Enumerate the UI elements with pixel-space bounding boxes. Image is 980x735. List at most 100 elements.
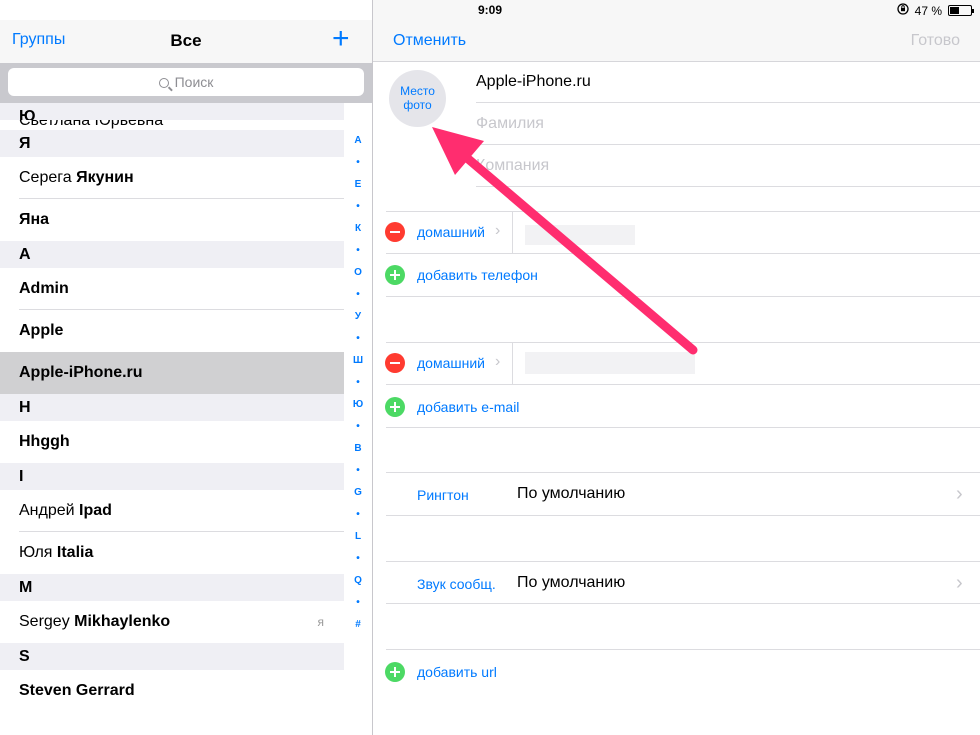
add-url-button[interactable]: добавить url (417, 664, 497, 680)
company-field[interactable]: Компания (476, 145, 980, 187)
index-letter[interactable]: G (354, 482, 362, 504)
row-separator (386, 603, 980, 604)
index-letter[interactable]: А (354, 130, 361, 152)
contact-row[interactable]: Sergey Mikhaylenko я (0, 601, 344, 643)
remove-phone-button[interactable] (385, 222, 405, 242)
chevron-right-icon: › (956, 483, 963, 505)
contact-last-name: Italia (56, 544, 94, 561)
add-photo-button[interactable]: Место фото (389, 70, 446, 127)
add-email-icon[interactable] (385, 397, 405, 417)
ringtone-value: По умолчанию (517, 485, 626, 502)
contact-last-name: Apple-iPhone.ru (19, 364, 143, 381)
contact-row[interactable]: Серега Якунин (0, 157, 344, 199)
index-letter[interactable]: • (356, 240, 360, 262)
ringtone-row[interactable]: Рингтон По умолчанию › (386, 473, 980, 515)
add-phone-button[interactable]: добавить телефон (417, 267, 538, 283)
email-value-redacted[interactable] (525, 352, 695, 374)
add-phone-icon[interactable] (385, 265, 405, 285)
contact-first-name: Sergey (19, 613, 75, 630)
contact-row[interactable]: Admin (0, 268, 344, 310)
contact-row[interactable]: Apple (0, 310, 344, 352)
index-letter[interactable]: # (355, 614, 361, 636)
pane-divider (372, 0, 373, 735)
index-letter[interactable]: Е (355, 174, 362, 196)
index-letter[interactable]: Ю (353, 394, 363, 416)
index-letter[interactable]: • (356, 152, 360, 174)
text-tone-value: По умолчанию (517, 574, 626, 591)
section-header: A (0, 241, 344, 268)
section-separator (386, 342, 980, 343)
index-letter[interactable]: • (356, 460, 360, 482)
search-icon (158, 78, 169, 88)
section-separator (386, 427, 980, 428)
search-input[interactable]: Поиск (8, 68, 364, 96)
search-placeholder: Поиск (174, 74, 214, 90)
contacts-list-pane: Группы Все + Поиск Ю Светлана Юрьевна Я … (0, 0, 372, 735)
contact-row[interactable]: Андрей Ipad (0, 490, 344, 532)
index-letter[interactable]: • (356, 504, 360, 526)
contact-last-name: Якунин (76, 169, 134, 186)
battery-icon (948, 5, 974, 16)
index-letter[interactable]: • (356, 196, 360, 218)
phone-label[interactable]: домашний (417, 224, 485, 240)
rotation-lock-icon (896, 3, 909, 18)
section-header: I (0, 463, 344, 490)
row-separator (386, 515, 980, 516)
search-bar: Поиск (0, 63, 372, 103)
index-letter[interactable]: Q (354, 570, 362, 592)
contact-first-name: Юля (19, 544, 57, 561)
index-letter[interactable]: • (356, 592, 360, 614)
section-header: Ю (0, 103, 344, 120)
contact-row[interactable]: Юля Italia (0, 532, 344, 574)
index-letter[interactable]: B (354, 438, 361, 460)
index-letter[interactable]: • (356, 372, 360, 394)
index-letter[interactable]: Ш (353, 350, 363, 372)
index-letter[interactable]: • (356, 416, 360, 438)
field-separator (476, 186, 980, 187)
contact-row[interactable]: Hhggh (0, 421, 344, 463)
index-letter[interactable]: • (356, 284, 360, 306)
me-badge: я (317, 615, 325, 629)
contact-row[interactable]: Яна (0, 199, 344, 241)
field-divider (512, 212, 513, 254)
index-letter[interactable]: О (354, 262, 362, 284)
chevron-right-icon: › (495, 222, 501, 239)
photo-label-line2: фото (403, 98, 432, 112)
contacts-title: Все (170, 31, 202, 50)
done-button[interactable]: Готово (911, 32, 960, 50)
index-letter[interactable]: У (355, 306, 361, 328)
section-index-bar[interactable]: А • Е • К • О • У • Ш • Ю • B • G • L • Q • # (344, 130, 372, 710)
add-url-icon[interactable] (385, 662, 405, 682)
first-name-value: Apple-iPhone.ru (476, 73, 591, 90)
contact-first-name: Андрей (19, 502, 80, 519)
index-letter[interactable]: • (356, 548, 360, 570)
index-letter[interactable]: • (356, 328, 360, 350)
battery-level-fill (950, 7, 960, 14)
chevron-right-icon: › (495, 353, 501, 370)
cancel-button[interactable]: Отменить (393, 32, 466, 50)
phone-value-redacted[interactable] (525, 225, 635, 245)
index-letter[interactable]: L (355, 526, 361, 548)
section-header: Я (0, 130, 344, 157)
contact-row-selected[interactable]: Apple-iPhone.ru (0, 352, 344, 394)
contacts-nav-bar: Группы Все + (0, 20, 372, 63)
row-separator (386, 384, 980, 385)
contact-row[interactable]: Светлана Юрьевна (0, 120, 344, 130)
contact-last-name: Hhggh (19, 433, 70, 450)
contact-name: Светлана Юрьевна (19, 120, 164, 129)
first-name-field[interactable]: Apple-iPhone.ru (476, 61, 980, 103)
remove-email-button[interactable] (385, 353, 405, 373)
index-letter[interactable]: К (355, 218, 361, 240)
section-header: S (0, 643, 344, 670)
status-right: 47 % (896, 3, 974, 18)
contact-row[interactable]: Steven Gerrard (0, 670, 344, 712)
add-contact-button[interactable]: + (332, 24, 350, 54)
section-separator (386, 211, 980, 212)
last-name-field[interactable]: Фамилия (476, 103, 980, 145)
add-email-button[interactable]: добавить e-mail (417, 399, 519, 415)
section-separator (386, 649, 980, 650)
field-divider (512, 343, 513, 385)
email-label[interactable]: домашний (417, 355, 485, 371)
text-tone-row[interactable]: Звук сообщ. По умолчанию › (386, 562, 980, 604)
edit-nav-bar: Отменить Готово (373, 20, 980, 62)
